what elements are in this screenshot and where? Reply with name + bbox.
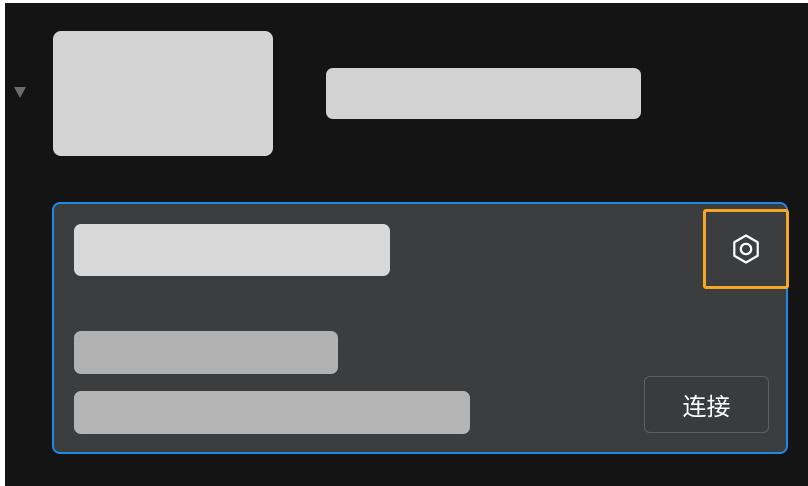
device-card-title-placeholder — [74, 224, 390, 276]
device-panel: 连接 — [5, 3, 808, 486]
device-thumbnail — [53, 31, 273, 156]
settings-button[interactable] — [703, 209, 789, 289]
gear-icon — [731, 234, 761, 264]
device-card-info-placeholder — [74, 331, 338, 374]
connect-button[interactable]: 连接 — [644, 376, 769, 433]
device-card-detail-placeholder — [74, 391, 470, 434]
collapse-arrow-icon[interactable] — [14, 87, 26, 98]
device-name-placeholder — [326, 68, 641, 119]
device-card[interactable]: 连接 — [52, 202, 789, 454]
